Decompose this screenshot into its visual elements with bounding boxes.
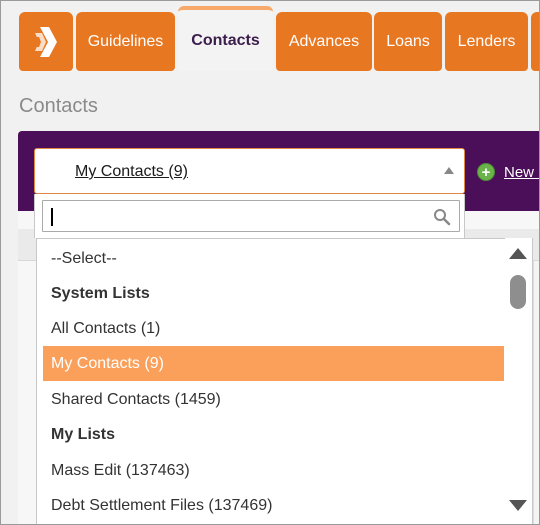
text-caret: [51, 208, 53, 226]
logo-tab[interactable]: [19, 12, 73, 71]
tab-loans[interactable]: Loans: [374, 12, 442, 71]
dropdown-search-input[interactable]: [42, 200, 460, 232]
selected-list-value: My Contacts (9): [75, 163, 188, 180]
content-right-edge: [533, 261, 539, 524]
dropdown-scrollbar[interactable]: [505, 238, 532, 524]
scrollbar-thumb[interactable]: [510, 275, 526, 309]
option-debt-settlement-files[interactable]: Debt Settlement Files (137469): [43, 488, 504, 523]
option-group-my-lists: My Lists: [51, 425, 116, 443]
tab-contacts[interactable]: Contacts: [178, 6, 273, 71]
tab-guidelines[interactable]: Guidelines: [76, 12, 175, 71]
option-select-placeholder[interactable]: --Select--: [43, 241, 504, 276]
option-mass-edit[interactable]: Mass Edit (137463): [43, 453, 504, 488]
dropdown-search-area: [34, 194, 465, 238]
new-list-label: New l: [504, 163, 540, 181]
chevron-up-icon: [444, 167, 454, 174]
add-circle-icon: +: [477, 163, 495, 181]
dropdown-options-list: --Select-- System Lists All Contacts (1)…: [36, 238, 533, 524]
scroll-down-arrow-icon[interactable]: [509, 500, 527, 511]
search-icon: [434, 209, 451, 226]
tab-overflow[interactable]: [531, 12, 539, 71]
brand-logo-icon: [35, 26, 57, 57]
main-tab-bar: Guidelines Contacts Advances Loans Lende…: [1, 1, 539, 73]
option-shared-contacts[interactable]: Shared Contacts (1459): [43, 382, 504, 417]
page-title: Contacts: [19, 95, 98, 117]
scroll-up-arrow-icon[interactable]: [509, 248, 527, 259]
tab-lenders[interactable]: Lenders: [445, 12, 528, 71]
new-list-link[interactable]: + New l: [477, 161, 540, 183]
tab-advances[interactable]: Advances: [276, 12, 372, 71]
option-all-contacts[interactable]: All Contacts (1): [43, 311, 504, 346]
app-window: Guidelines Contacts Advances Loans Lende…: [0, 0, 540, 525]
option-my-contacts[interactable]: My Contacts (9): [43, 346, 504, 381]
option-group-system-lists: System Lists: [51, 284, 150, 302]
contact-list-select[interactable]: My Contacts (9): [34, 148, 465, 194]
